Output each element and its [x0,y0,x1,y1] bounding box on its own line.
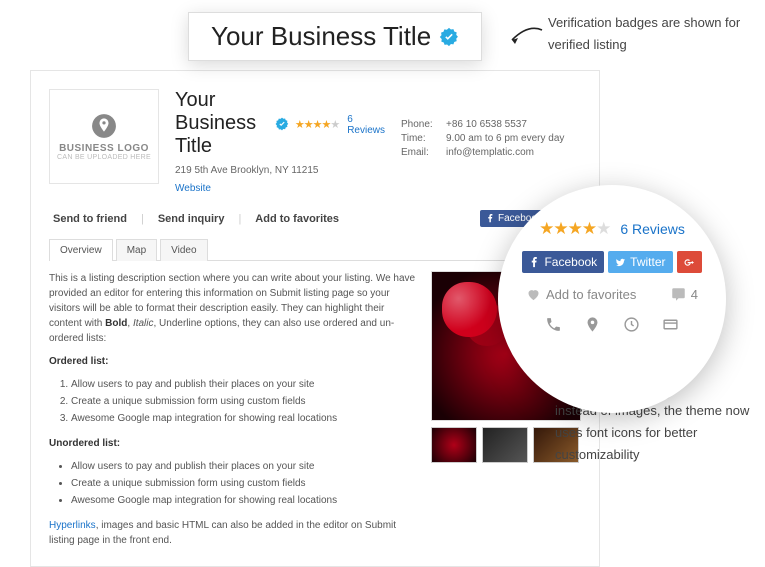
info-phone-label: Phone: [401,119,446,130]
send-inquiry-link[interactable]: Send inquiry [154,213,229,225]
list-item: Awesome Google map integration for showi… [71,411,417,426]
tabs: Overview Map Video [49,239,581,261]
star-rating: ★★★★★ [539,219,610,239]
tab-overview[interactable]: Overview [49,239,113,261]
business-title: Your Business Title [175,89,269,158]
facebook-share-button[interactable]: Facebook [522,251,604,273]
business-address: 219 5th Ave Brooklyn, NY 11215 [175,164,385,177]
google-share-button[interactable] [677,251,702,273]
website-link[interactable]: Website [175,183,211,194]
desc-bold: Bold [105,318,127,329]
logo-text-line2: CAN BE UPLOADED HERE [57,154,151,161]
send-to-friend-link[interactable]: Send to friend [49,213,131,225]
list-item: Awesome Google map integration for showi… [71,493,417,508]
info-time-value: 9.00 am to 6 pm every day [446,133,564,144]
comment-icon [671,287,686,302]
facebook-label: Facebook [544,255,597,269]
logo-text-line1: BUSINESS LOGO [59,143,149,154]
desc-outro: , images and basic HTML can also be adde… [49,520,396,546]
list-item: Allow users to pay and publish their pla… [71,459,417,474]
thumbnail[interactable] [431,427,477,463]
zoom-meta-row: Add to favorites 4 [520,287,704,302]
desc-italic: Italic [133,318,154,329]
zoom-social-row: Facebook Twitter [520,251,704,273]
business-title-row: Your Business Title ★★★★★ 6 Reviews [175,89,385,158]
ordered-heading: Ordered list: [49,356,108,367]
phone-icon[interactable] [545,316,562,333]
verification-badge-icon [275,117,289,131]
twitter-icon [615,257,626,268]
google-plus-icon [684,257,695,268]
twitter-share-button[interactable]: Twitter [608,251,672,273]
listing-header: BUSINESS LOGO CAN BE UPLOADED HERE Your … [49,89,581,194]
zoom-callout: ★★★★★ 6 Reviews Facebook Twitter Add to … [498,185,726,413]
verification-badge-icon [439,27,459,47]
map-pin-icon[interactable] [584,316,601,333]
comments-count[interactable]: 4 [671,287,698,302]
star-rating: ★★★★★ [295,118,339,131]
separator: | [137,213,148,225]
info-phone-value: +86 10 6538 5537 [446,119,527,130]
facebook-icon [529,257,540,268]
zoom-rating-row: ★★★★★ 6 Reviews [520,219,704,239]
add-fav-label: Add to favorites [546,287,636,302]
info-email-value: info@templatic.com [446,147,534,158]
list-item: Create a unique submission form using cu… [71,394,417,409]
list-item: Allow users to pay and publish their pla… [71,377,417,392]
unordered-list: Allow users to pay and publish their pla… [71,459,417,508]
thumbnail[interactable] [482,427,528,463]
reviews-link[interactable]: 6 Reviews [347,114,385,136]
tab-video[interactable]: Video [160,239,207,261]
facebook-icon [486,214,495,223]
ordered-list: Allow users to pay and publish their pla… [71,377,417,426]
tab-map[interactable]: Map [116,239,157,261]
title-callout: Your Business Title [188,12,482,61]
actions-row: Send to friend | Send inquiry | Add to f… [49,206,581,231]
unordered-heading: Unordered list: [49,438,120,449]
business-info: Phone:+86 10 6538 5537 Time:9.00 am to 6… [401,89,581,194]
business-logo-placeholder[interactable]: BUSINESS LOGO CAN BE UPLOADED HERE [49,89,159,184]
listing-description: This is a listing description section wh… [49,271,417,556]
credit-card-icon[interactable] [662,316,679,333]
add-to-favorites-link[interactable]: Add to favorites [526,287,636,302]
map-pin-icon [91,113,117,139]
header-mid: Your Business Title ★★★★★ 6 Reviews 219 … [175,89,385,194]
text-actions: Send to friend | Send inquiry | Add to f… [49,213,343,225]
comments-value: 4 [691,287,698,302]
add-to-favorites-link[interactable]: Add to favorites [251,213,343,225]
zoom-icon-row [520,316,704,333]
twitter-label: Twitter [630,255,665,269]
list-item: Create a unique submission form using cu… [71,476,417,491]
clock-icon[interactable] [623,316,640,333]
hyperlinks-link[interactable]: Hyperlinks [49,520,96,531]
heart-icon [526,287,541,302]
separator: | [234,213,245,225]
info-email-label: Email: [401,147,446,158]
title-meta: ★★★★★ 6 Reviews [295,114,385,136]
reviews-link[interactable]: 6 Reviews [620,221,685,237]
annotation-arrow-icon [506,22,546,57]
info-time-label: Time: [401,133,446,144]
callout-title: Your Business Title [211,21,431,52]
annotation-verification: Verification badges are shown for verifi… [548,12,753,56]
